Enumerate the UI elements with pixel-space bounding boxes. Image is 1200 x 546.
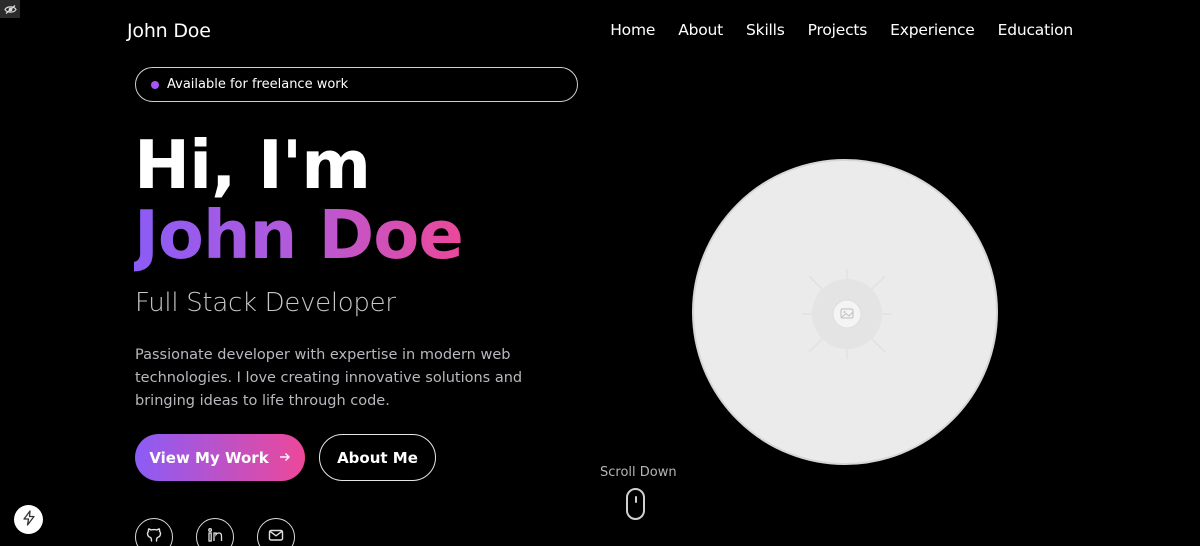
nav-about[interactable]: About [678, 21, 723, 39]
scroll-down-label[interactable]: Scroll Down [600, 465, 677, 480]
availability-badge: Available for freelance work [135, 67, 578, 102]
visibility-toggle-icon[interactable] [0, 0, 20, 18]
mouse-wheel [635, 496, 637, 503]
view-my-work-button[interactable]: View My Work [135, 434, 305, 481]
nav-projects[interactable]: Projects [808, 21, 868, 39]
status-dot-icon [151, 80, 159, 89]
linkedin-icon [206, 526, 224, 546]
nav-home[interactable]: Home [610, 21, 655, 39]
github-icon [145, 526, 163, 546]
hero-bio: Passionate developer with expertise in m… [135, 347, 523, 409]
about-me-button[interactable]: About Me [319, 434, 436, 481]
bolt-action-button[interactable] [14, 505, 43, 534]
arrow-right-icon [279, 449, 291, 467]
hero-role: Full Stack Developer [135, 288, 396, 318]
mail-icon [267, 526, 285, 546]
github-link[interactable] [135, 518, 173, 546]
hero-name: John Doe [134, 196, 464, 274]
nav-education[interactable]: Education [998, 21, 1074, 39]
hero-greeting: Hi, I'm [134, 126, 371, 204]
email-link[interactable] [257, 518, 295, 546]
linkedin-link[interactable] [196, 518, 234, 546]
brand-logo[interactable]: John Doe [127, 20, 211, 42]
view-my-work-label: View My Work [149, 448, 269, 467]
main-nav: Home About Skills Projects Experience Ed… [610, 21, 1073, 39]
image-placeholder-icon [802, 269, 892, 359]
availability-text: Available for freelance work [167, 77, 349, 92]
nav-experience[interactable]: Experience [890, 21, 975, 39]
mouse-scroll-icon[interactable] [626, 488, 645, 520]
page: John Doe Home About Skills Projects Expe… [0, 0, 1200, 546]
nav-skills[interactable]: Skills [746, 21, 785, 39]
profile-avatar [692, 159, 998, 465]
bolt-icon [22, 509, 36, 530]
